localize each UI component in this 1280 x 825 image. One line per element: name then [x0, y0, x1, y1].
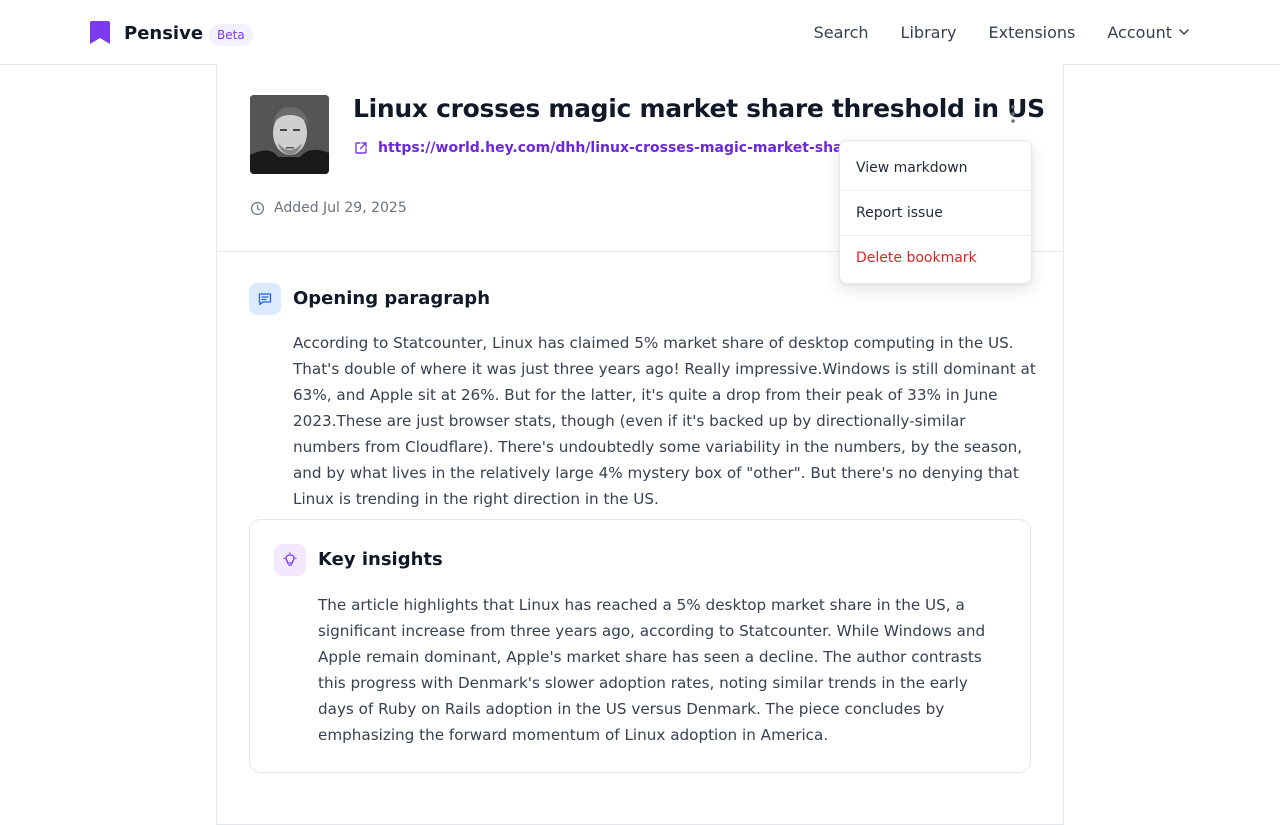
nav-account-dropdown[interactable]: Account — [1107, 23, 1190, 42]
message-square-icon — [249, 283, 281, 315]
more-options-button[interactable] — [1003, 102, 1023, 126]
bookmark-options-menu: View markdown Report issue Delete bookma… — [839, 140, 1032, 284]
chevron-down-icon — [1179, 29, 1189, 35]
nav-extensions[interactable]: Extensions — [989, 23, 1076, 42]
nav-library[interactable]: Library — [901, 23, 957, 42]
more-vertical-icon — [1011, 105, 1015, 123]
external-link-icon — [355, 142, 367, 154]
nav-account-label: Account — [1107, 22, 1172, 42]
beta-badge: Beta — [209, 23, 253, 46]
brand-logo-link[interactable]: Pensive Beta — [90, 20, 253, 46]
menu-item-delete-bookmark[interactable]: Delete bookmark — [840, 235, 1031, 280]
key-insights-panel: Key insights The article highlights that… — [249, 519, 1031, 773]
clock-icon — [250, 201, 265, 215]
key-insights-heading: Key insights — [318, 549, 443, 570]
bookmark-logo-icon — [90, 21, 110, 44]
author-avatar — [250, 95, 329, 174]
main-nav: Search Library Extensions Account — [814, 20, 1190, 44]
nav-search[interactable]: Search — [814, 23, 869, 42]
opening-paragraph-heading: Opening paragraph — [293, 288, 491, 309]
brand-name: Pensive — [124, 22, 204, 44]
key-insights-text: The article highlights that Linux has re… — [318, 596, 986, 744]
menu-item-report-issue[interactable]: Report issue — [840, 190, 1031, 235]
lightbulb-icon — [274, 544, 306, 576]
bookmark-title: Linux crosses magic market share thresho… — [353, 94, 1045, 123]
author-portrait-image — [250, 95, 329, 174]
menu-item-view-markdown[interactable]: View markdown — [840, 145, 1031, 190]
top-navigation-bar: Pensive Beta Search Library Extensions A… — [0, 0, 1280, 65]
added-date-text: Added Jul 29, 2025 — [274, 200, 407, 216]
added-date: Added Jul 29, 2025 — [250, 200, 407, 216]
opening-paragraph-text: According to Statcounter, Linux has clai… — [293, 334, 1036, 508]
